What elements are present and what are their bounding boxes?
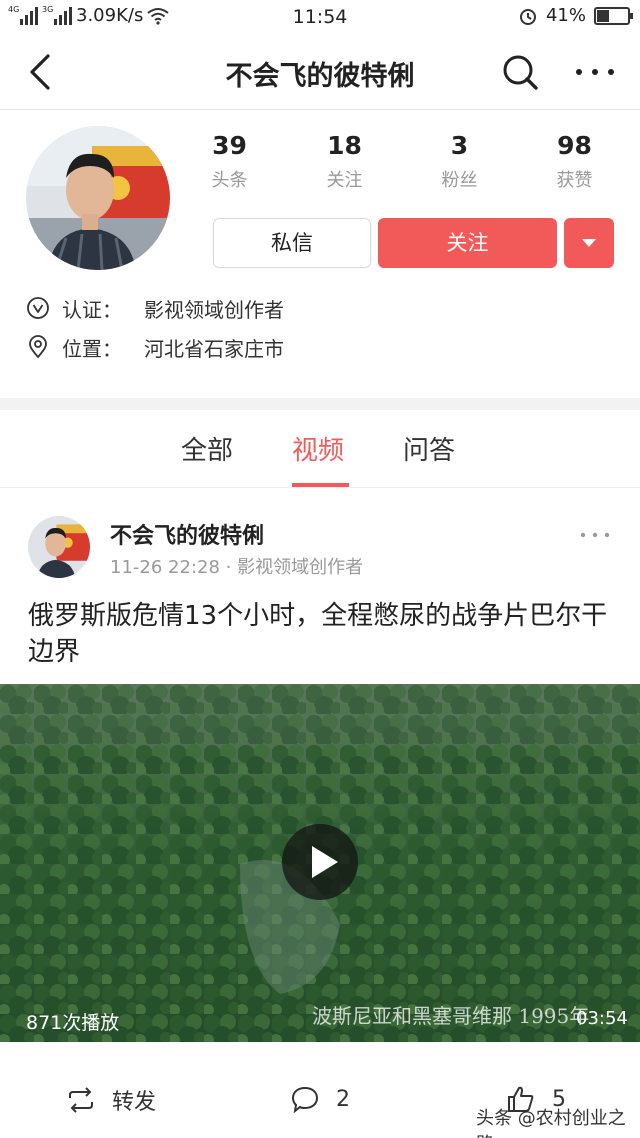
post-more-icon[interactable] xyxy=(578,526,612,544)
verify-label: 认证： xyxy=(62,297,122,322)
stat-value: 18 xyxy=(327,131,362,160)
tab-all[interactable]: 全部 xyxy=(181,430,233,467)
more-icon[interactable] xyxy=(572,58,618,86)
verified-icon xyxy=(27,297,49,319)
stat-posts[interactable]: 39 头条 xyxy=(172,130,287,200)
app-header: 不会飞的彼特俐 xyxy=(0,34,640,110)
stat-likes[interactable]: 98 获赞 xyxy=(517,130,632,200)
stat-value: 3 xyxy=(450,131,469,160)
post-author-name[interactable]: 不会飞的彼特俐 xyxy=(110,518,264,550)
tab-qa[interactable]: 问答 xyxy=(403,430,455,467)
stat-label: 头条 xyxy=(211,170,248,191)
repost-label: 转发 xyxy=(112,1090,157,1115)
follow-dropdown-button[interactable] xyxy=(564,218,614,268)
content-tabs: 全部 视频 问答 xyxy=(0,410,640,488)
post-meta: 11-26 22:28 · 影视领域创作者 xyxy=(110,557,364,578)
watermark: 头条 @农村创业之路 xyxy=(476,1108,626,1138)
stat-following[interactable]: 18 关注 xyxy=(287,130,402,200)
comment-icon xyxy=(291,1086,319,1114)
video-duration: 03:54 xyxy=(576,1008,628,1029)
play-button[interactable] xyxy=(282,824,358,900)
avatar[interactable] xyxy=(26,126,170,270)
stat-label: 关注 xyxy=(326,170,363,191)
repost-icon xyxy=(69,1087,93,1113)
active-tab-indicator xyxy=(292,483,349,487)
post-title[interactable]: 俄罗斯版危情13个小时，全程憋尿的战争片巴尔干边界 xyxy=(28,598,618,670)
location-icon xyxy=(29,335,47,359)
stat-label: 获赞 xyxy=(556,170,593,191)
location-row: 位置： 河北省石家庄市 xyxy=(26,332,284,362)
verification-row: 认证： 影视领域创作者 xyxy=(26,293,284,323)
page-title: 不会飞的彼特俐 xyxy=(225,61,415,92)
location-value: 河北省石家庄市 xyxy=(144,336,284,361)
comment-count: 2 xyxy=(336,1086,350,1112)
video-caption: 波斯尼亚和黑塞哥维那 1995年 xyxy=(312,1004,590,1028)
battery-percent: 41% xyxy=(545,5,586,26)
stat-value: 98 xyxy=(557,131,592,160)
profile-stats: 39 头条 18 关注 3 粉丝 98 获赞 xyxy=(172,130,632,200)
alarm-icon xyxy=(519,8,536,25)
status-bar: 4G 3G 3.09K/s 11:54 41% xyxy=(0,0,640,34)
battery-icon xyxy=(594,6,633,25)
message-button[interactable]: 私信 xyxy=(213,218,371,268)
search-icon[interactable] xyxy=(498,52,542,92)
section-divider xyxy=(0,398,640,410)
stat-value: 39 xyxy=(212,131,247,160)
stat-label: 粉丝 xyxy=(441,170,478,191)
stat-followers[interactable]: 3 粉丝 xyxy=(402,130,517,200)
location-label: 位置： xyxy=(62,336,122,361)
tab-video[interactable]: 视频 xyxy=(292,430,344,467)
play-count: 871次播放 xyxy=(26,1012,120,1034)
repost-button[interactable]: 转发 xyxy=(66,1084,156,1116)
post-author-avatar[interactable] xyxy=(28,516,90,578)
comment-button[interactable]: 2 xyxy=(290,1084,350,1114)
verify-value: 影视领域创作者 xyxy=(144,297,284,322)
follow-button[interactable]: 关注 xyxy=(378,218,557,268)
